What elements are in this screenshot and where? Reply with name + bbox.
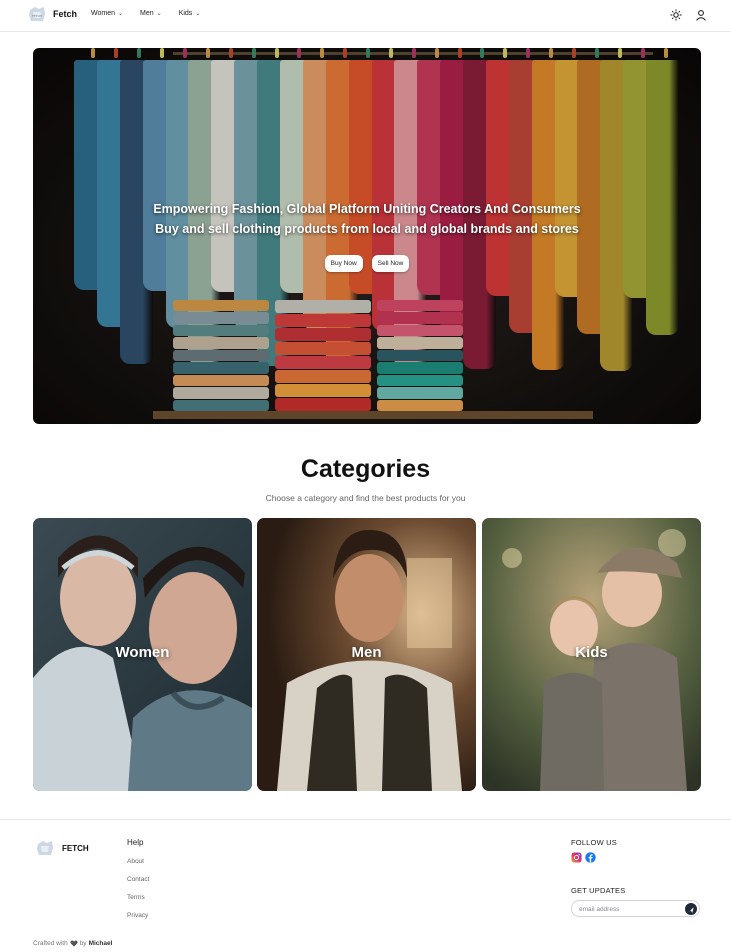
svg-text:FETCH: FETCH xyxy=(32,14,42,18)
logo-icon xyxy=(37,841,53,855)
instagram-icon[interactable] xyxy=(571,852,582,863)
footer-link-terms[interactable]: Terms xyxy=(127,894,149,912)
author-link[interactable]: Michael xyxy=(89,940,113,947)
newsletter-form xyxy=(571,900,700,917)
footer-link-contact[interactable]: Contact xyxy=(127,876,149,894)
updates-title: GET UPDATES xyxy=(571,886,626,895)
nav-men[interactable]: Men ⌄ xyxy=(140,10,162,17)
footer-follow: FOLLOW US xyxy=(571,838,617,863)
heart-icon xyxy=(70,940,78,947)
footer-link-privacy[interactable]: Privacy xyxy=(127,912,149,930)
categories-title: Categories xyxy=(300,455,431,483)
hero-banner: Empowering Fashion, Global Platform Unit… xyxy=(33,48,701,424)
hero-headline: Empowering Fashion, Global Platform Unit… xyxy=(153,202,581,216)
category-card-kids[interactable]: Kids xyxy=(482,518,701,791)
footer-divider xyxy=(0,819,731,820)
footer-updates: GET UPDATES xyxy=(571,886,700,917)
nav-men-label: Men xyxy=(140,10,154,17)
logo-icon: FETCH xyxy=(27,4,47,24)
sell-now-button[interactable]: Sell Now xyxy=(371,255,410,272)
subscribe-button[interactable] xyxy=(685,903,697,915)
footer-help: Help About Contact Terms Privacy xyxy=(127,838,149,930)
facebook-icon[interactable] xyxy=(585,852,596,863)
brand-name: Fetch xyxy=(53,9,78,19)
main-nav: Women ⌄ Men ⌄ Kids ⌄ xyxy=(91,10,200,17)
brand-link[interactable]: FETCH Fetch xyxy=(27,4,77,24)
categories-subtitle: Choose a category and find the best prod… xyxy=(265,493,466,503)
hero-actions: Buy Now Sell Now xyxy=(33,255,701,272)
category-label-men: Men xyxy=(351,644,382,661)
sun-icon[interactable] xyxy=(670,9,682,21)
buy-now-button[interactable]: Buy Now xyxy=(324,255,363,272)
nav-kids-label: Kids xyxy=(178,10,193,17)
category-card-women[interactable]: Women xyxy=(33,518,252,791)
footer-brand-name: FETCH xyxy=(62,843,89,853)
nav-kids[interactable]: Kids ⌄ xyxy=(179,10,201,17)
category-label-women: Women xyxy=(115,644,170,661)
nav-women[interactable]: Women ⌄ xyxy=(91,10,123,17)
chevron-down-icon: ⌄ xyxy=(118,11,124,17)
help-title: Help xyxy=(127,838,144,847)
user-icon[interactable] xyxy=(695,9,707,21)
category-card-men[interactable]: Men xyxy=(257,518,476,791)
crafted-prefix: Crafted with xyxy=(33,940,68,947)
email-field[interactable] xyxy=(579,904,679,914)
header-actions xyxy=(670,9,707,21)
social-links xyxy=(571,852,617,863)
send-icon xyxy=(688,907,694,913)
hero-subheadline: Buy and sell clothing products from loca… xyxy=(155,222,579,236)
hero-copy: Empowering Fashion, Global Platform Unit… xyxy=(33,200,701,240)
nav-women-label: Women xyxy=(91,10,115,17)
crafted-by-word: by xyxy=(79,940,87,947)
crafted-by: Crafted with by Michael xyxy=(33,940,112,947)
chevron-down-icon: ⌄ xyxy=(195,11,201,17)
top-navbar: FETCH Fetch Women ⌄ Men ⌄ Kids ⌄ xyxy=(0,0,731,32)
chevron-down-icon: ⌄ xyxy=(156,11,162,17)
follow-title: FOLLOW US xyxy=(571,838,617,847)
footer-brand[interactable]: FETCH xyxy=(34,838,89,858)
category-label-kids: Kids xyxy=(575,644,608,661)
footer-link-about[interactable]: About xyxy=(127,858,149,876)
